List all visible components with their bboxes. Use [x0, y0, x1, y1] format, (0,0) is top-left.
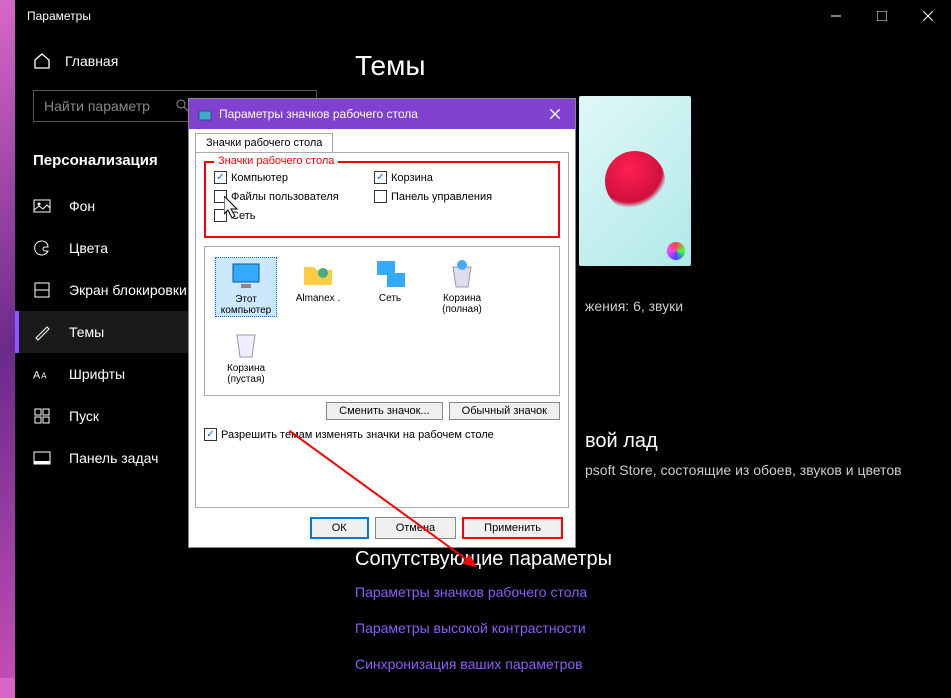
maximize-button[interactable]	[859, 0, 905, 32]
color-wheel-icon	[667, 242, 685, 260]
dialog-body: Значки рабочего стола ✓ Компьютер ✓ Корз…	[195, 152, 569, 508]
icon-this-pc[interactable]: Этот компьютер	[215, 257, 277, 317]
checkbox-icon: ✓	[204, 428, 217, 441]
checkbox-label: Панель управления	[391, 191, 492, 203]
icon-recycle-full[interactable]: Корзина (полная)	[431, 257, 493, 317]
checkbox-icon: ✓	[214, 171, 227, 184]
icon-buttons-row: Сменить значок... Обычный значок	[204, 402, 560, 420]
theme-thumbnail[interactable]	[579, 96, 691, 266]
checkbox-label: Разрешить темам изменять значки на рабоч…	[221, 429, 494, 441]
checkbox-recycle[interactable]: ✓ Корзина	[374, 171, 534, 184]
font-icon: AA	[33, 365, 51, 383]
mouse-cursor	[224, 196, 242, 225]
window-titlebar: Параметры	[15, 0, 951, 32]
home-label: Главная	[65, 53, 118, 69]
link-high-contrast[interactable]: Параметры высокой контрастности	[355, 620, 586, 636]
icon-label: Сеть	[359, 293, 421, 304]
nav-label: Фон	[69, 198, 95, 214]
lockscreen-icon	[33, 281, 51, 299]
tab-desktop-icons[interactable]: Значки рабочего стола	[195, 133, 333, 152]
link-desktop-icons[interactable]: Параметры значков рабочего стола	[355, 584, 587, 600]
nav-label: Пуск	[69, 408, 99, 424]
ok-button[interactable]: ОК	[310, 517, 369, 539]
window-title: Параметры	[27, 9, 91, 23]
search-placeholder: Найти параметр	[44, 98, 175, 114]
apply-button[interactable]: Применить	[462, 517, 563, 539]
dialog-tabs: Значки рабочего стола	[189, 129, 575, 152]
network-icon	[373, 257, 407, 291]
icon-preview-list[interactable]: Этот компьютер Almanex . Сеть Корзина (п…	[204, 246, 560, 396]
change-icon-button[interactable]: Сменить значок...	[326, 402, 443, 420]
default-icon-button[interactable]: Обычный значок	[449, 402, 560, 420]
checkbox-icon	[374, 190, 387, 203]
pc-icon	[229, 258, 263, 292]
svg-text:A: A	[41, 372, 47, 381]
page-title: Темы	[355, 50, 951, 82]
checkbox-control[interactable]: Панель управления	[374, 190, 534, 203]
nav-label: Шрифты	[69, 366, 125, 382]
checkbox-computer[interactable]: ✓ Компьютер	[214, 171, 374, 184]
desktop-wallpaper-left	[0, 0, 15, 698]
checkbox-label: Корзина	[391, 172, 433, 184]
home-icon	[33, 52, 51, 70]
checkbox-allow-themes[interactable]: ✓ Разрешить темам изменять значки на раб…	[204, 428, 560, 441]
nav-label: Темы	[69, 324, 104, 340]
start-icon	[33, 407, 51, 425]
dialog-titlebar[interactable]: Параметры значков рабочего стола	[189, 99, 575, 129]
icon-label: Корзина (пустая)	[215, 363, 277, 385]
recycle-empty-icon	[229, 327, 263, 361]
minimize-button[interactable]	[813, 0, 859, 32]
desktop-icons-dialog: Параметры значков рабочего стола Значки …	[188, 98, 576, 548]
brush-icon	[33, 323, 51, 341]
palette-icon	[33, 239, 51, 257]
home-link[interactable]: Главная	[15, 44, 335, 78]
close-button[interactable]	[905, 0, 951, 32]
content-area: Темы жения: 6, звуки вой лад psoft Store…	[355, 50, 951, 102]
folder-icon	[301, 257, 335, 291]
icon-user-folder[interactable]: Almanex .	[287, 257, 349, 317]
dialog-icon	[197, 106, 213, 122]
link-sync-settings[interactable]: Синхронизация ваших параметров	[355, 656, 583, 672]
theme-preview-group	[579, 96, 691, 274]
theme-meta-text: жения: 6, звуки	[585, 298, 683, 314]
checkbox-label: Файлы пользователя	[231, 191, 339, 203]
nav-label: Экран блокировки	[69, 282, 187, 298]
taskbar-icon	[33, 449, 51, 467]
more-themes-desc: psoft Store, состоящие из обоев, звуков …	[585, 462, 902, 478]
icon-label: Корзина (полная)	[431, 293, 493, 315]
checkbox-label: Компьютер	[231, 172, 288, 184]
icons-fieldset: Значки рабочего стола ✓ Компьютер ✓ Корз…	[204, 161, 560, 238]
more-themes-heading: вой лад	[585, 430, 658, 453]
icon-label: Этот компьютер	[216, 294, 276, 316]
nav-label: Цвета	[69, 240, 108, 256]
dialog-title: Параметры значков рабочего стола	[219, 107, 418, 121]
image-icon	[33, 197, 51, 215]
icon-recycle-empty[interactable]: Корзина (пустая)	[215, 327, 277, 385]
checkbox-icon: ✓	[374, 171, 387, 184]
fieldset-legend: Значки рабочего стола	[214, 155, 338, 167]
icon-label: Almanex .	[287, 293, 349, 304]
icon-network[interactable]: Сеть	[359, 257, 421, 317]
nav-label: Панель задач	[69, 450, 158, 466]
svg-text:A: A	[33, 370, 41, 382]
recycle-full-icon	[445, 257, 479, 291]
window-controls	[813, 0, 951, 32]
dialog-close-button[interactable]	[535, 99, 575, 129]
related-heading: Сопутствующие параметры	[355, 548, 612, 571]
